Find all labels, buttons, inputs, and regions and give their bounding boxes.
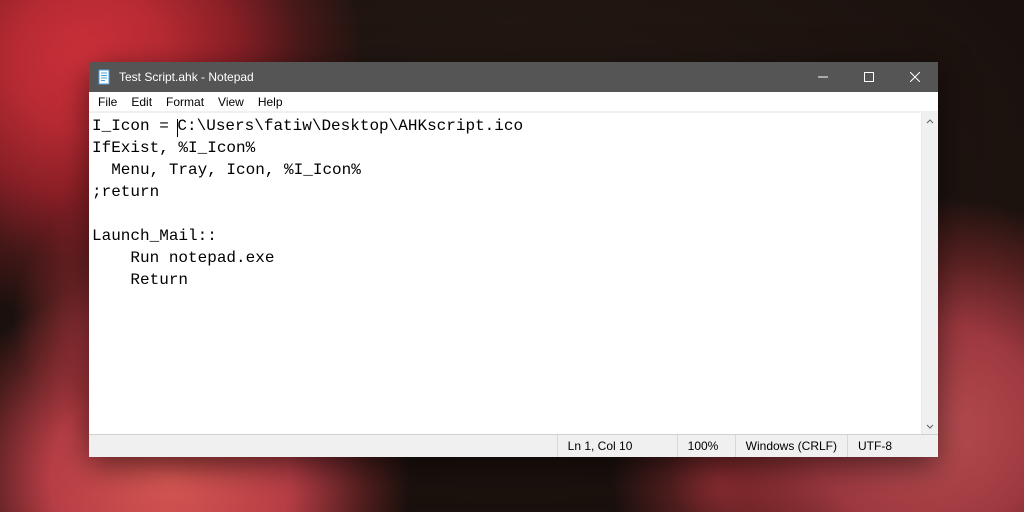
titlebar[interactable]: Test Script.ahk - Notepad <box>89 62 938 92</box>
close-button[interactable] <box>892 62 938 92</box>
menu-edit[interactable]: Edit <box>124 94 159 110</box>
chevron-up-icon <box>926 118 934 126</box>
maximize-icon <box>864 72 874 82</box>
window-title: Test Script.ahk - Notepad <box>119 70 800 84</box>
minimize-icon <box>818 72 828 82</box>
chevron-down-icon <box>926 422 934 430</box>
status-cursor-position: Ln 1, Col 10 <box>558 435 678 457</box>
menu-file[interactable]: File <box>91 94 124 110</box>
scroll-down-arrow[interactable] <box>922 417 938 434</box>
close-icon <box>910 72 920 82</box>
minimize-button[interactable] <box>800 62 846 92</box>
menubar: File Edit Format View Help <box>89 92 938 112</box>
scrollbar-track[interactable] <box>922 130 938 417</box>
editor-text-after-caret: C:\Users\fatiw\Desktop\AHKscript.ico IfE… <box>92 117 523 289</box>
text-editor[interactable]: I_Icon = C:\Users\fatiw\Desktop\AHKscrip… <box>89 113 921 434</box>
notepad-icon <box>96 69 112 85</box>
status-zoom: 100% <box>678 435 736 457</box>
notepad-window: Test Script.ahk - Notepad File Edit Form… <box>89 62 938 457</box>
app-icon <box>89 69 119 85</box>
text-caret <box>177 119 178 137</box>
maximize-button[interactable] <box>846 62 892 92</box>
status-encoding: UTF-8 <box>848 435 938 457</box>
menu-view[interactable]: View <box>211 94 251 110</box>
vertical-scrollbar[interactable] <box>921 113 938 434</box>
statusbar: Ln 1, Col 10 100% Windows (CRLF) UTF-8 <box>89 434 938 457</box>
menu-format[interactable]: Format <box>159 94 211 110</box>
status-line-ending: Windows (CRLF) <box>736 435 848 457</box>
menu-help[interactable]: Help <box>251 94 290 110</box>
window-controls <box>800 62 938 92</box>
editor-area: I_Icon = C:\Users\fatiw\Desktop\AHKscrip… <box>89 112 938 434</box>
editor-text-before-caret: I_Icon = <box>92 117 178 135</box>
statusbar-spacer <box>89 435 558 457</box>
scroll-up-arrow[interactable] <box>922 113 938 130</box>
